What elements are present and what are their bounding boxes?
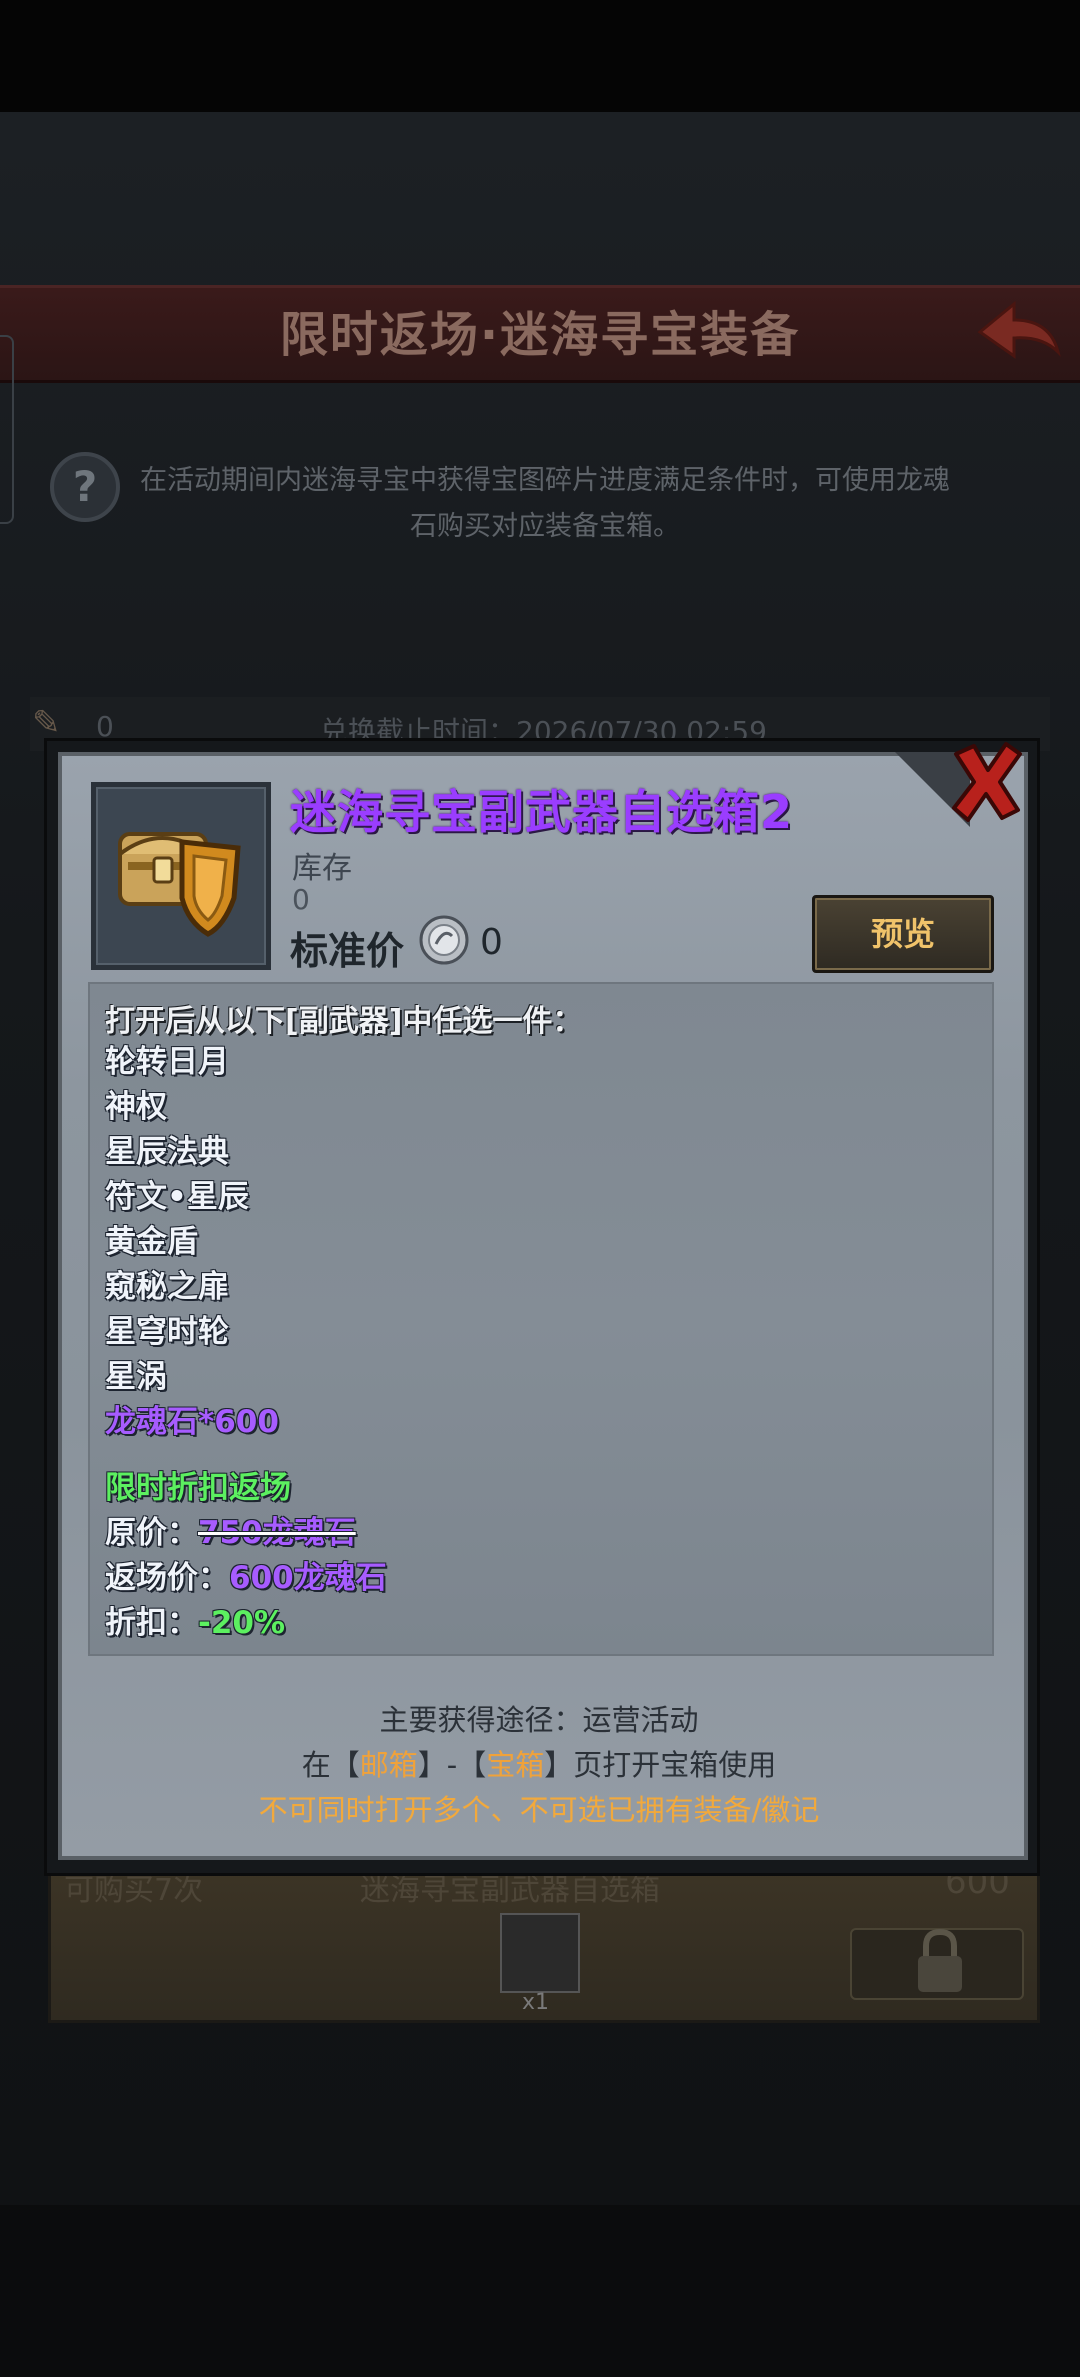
bottom-band bbox=[0, 2205, 1080, 2377]
treasure-chest-shield-icon bbox=[118, 832, 241, 937]
mailbox-link: 邮箱 bbox=[359, 1748, 418, 1782]
list-item: 轮转日月 bbox=[105, 1044, 229, 1080]
list-item: 星辰法典 bbox=[105, 1134, 229, 1170]
discount-label: 折扣： bbox=[105, 1605, 198, 1641]
extra-reward: 龙魂石*600 bbox=[105, 1404, 279, 1440]
original-price-label: 原价： bbox=[105, 1515, 198, 1551]
preview-button[interactable]: 预览 bbox=[812, 895, 994, 973]
item-name: 迷海寻宝副武器自选箱2 bbox=[290, 785, 794, 839]
stock-value: 0 bbox=[292, 883, 310, 916]
original-price-row: 原价：750龙魂石 bbox=[105, 1511, 387, 1556]
list-item: 星涡 bbox=[105, 1359, 167, 1395]
silver-coin-icon bbox=[419, 915, 469, 965]
usage-suffix: 】页打开宝箱使用 bbox=[544, 1748, 777, 1782]
page-title: 限时返场·迷海寻宝装备 bbox=[279, 307, 801, 363]
activity-notice: 在活动期间内迷海寻宝中获得宝图碎片进度满足条件时，可使用龙魂石购买对应装备宝箱。 bbox=[140, 465, 950, 542]
usage-instructions: 在【邮箱】-【宝箱】页打开宝箱使用 bbox=[58, 1743, 1020, 1788]
standard-price-value: 0 bbox=[480, 922, 503, 963]
list-item: 星穹时轮 bbox=[105, 1314, 229, 1350]
return-price-label: 返场价： bbox=[105, 1560, 229, 1596]
list-item-quantity: x1 bbox=[522, 1990, 550, 2015]
list-item: 黄金盾 bbox=[105, 1224, 198, 1260]
help-icon[interactable]: ? bbox=[50, 452, 120, 522]
acquisition-source: 主要获得途径：运营活动 bbox=[379, 1703, 699, 1737]
lock-icon bbox=[918, 1928, 962, 1992]
discount-row: 折扣：-20% bbox=[105, 1601, 387, 1646]
description-header: 打开后从以下[副武器]中任选一件： bbox=[105, 1004, 583, 1039]
option-list: 轮转日月 神权 星辰法典 符文•星辰 黄金盾 窥秘之扉 星穹时轮 星涡 龙魂石*… bbox=[105, 1040, 279, 1445]
return-price-row: 返场价：600龙魂石 bbox=[105, 1556, 387, 1601]
side-tab[interactable] bbox=[0, 335, 14, 524]
list-item: 窥秘之扉 bbox=[105, 1269, 229, 1305]
close-icon[interactable] bbox=[946, 740, 1026, 822]
list-item: 符文•星辰 bbox=[105, 1179, 249, 1215]
usage-mid: 】-【 bbox=[417, 1748, 487, 1782]
back-arrow-icon[interactable] bbox=[972, 296, 1062, 366]
scroll-icon: ✎ bbox=[32, 703, 61, 743]
usage-prefix: 在【 bbox=[301, 1748, 360, 1782]
list-item: 神权 bbox=[105, 1089, 167, 1125]
discount-value: -20% bbox=[198, 1605, 286, 1641]
discount-title: 限时折扣返场 bbox=[105, 1470, 291, 1506]
list-item-thumbnail[interactable] bbox=[500, 1913, 580, 1993]
standard-price-label: 标准价 bbox=[290, 929, 405, 973]
return-price-value: 600龙魂石 bbox=[229, 1560, 387, 1596]
chest-link: 宝箱 bbox=[486, 1748, 545, 1782]
discount-section: 限时折扣返场 原价：750龙魂石 返场价：600龙魂石 折扣：-20% bbox=[105, 1466, 387, 1646]
warning-text: 不可同时打开多个、不可选已拥有装备/徽记 bbox=[258, 1793, 820, 1827]
stock-label: 库存 bbox=[292, 851, 352, 886]
original-price-value: 750龙魂石 bbox=[198, 1515, 356, 1551]
status-bar-area bbox=[0, 0, 1080, 112]
